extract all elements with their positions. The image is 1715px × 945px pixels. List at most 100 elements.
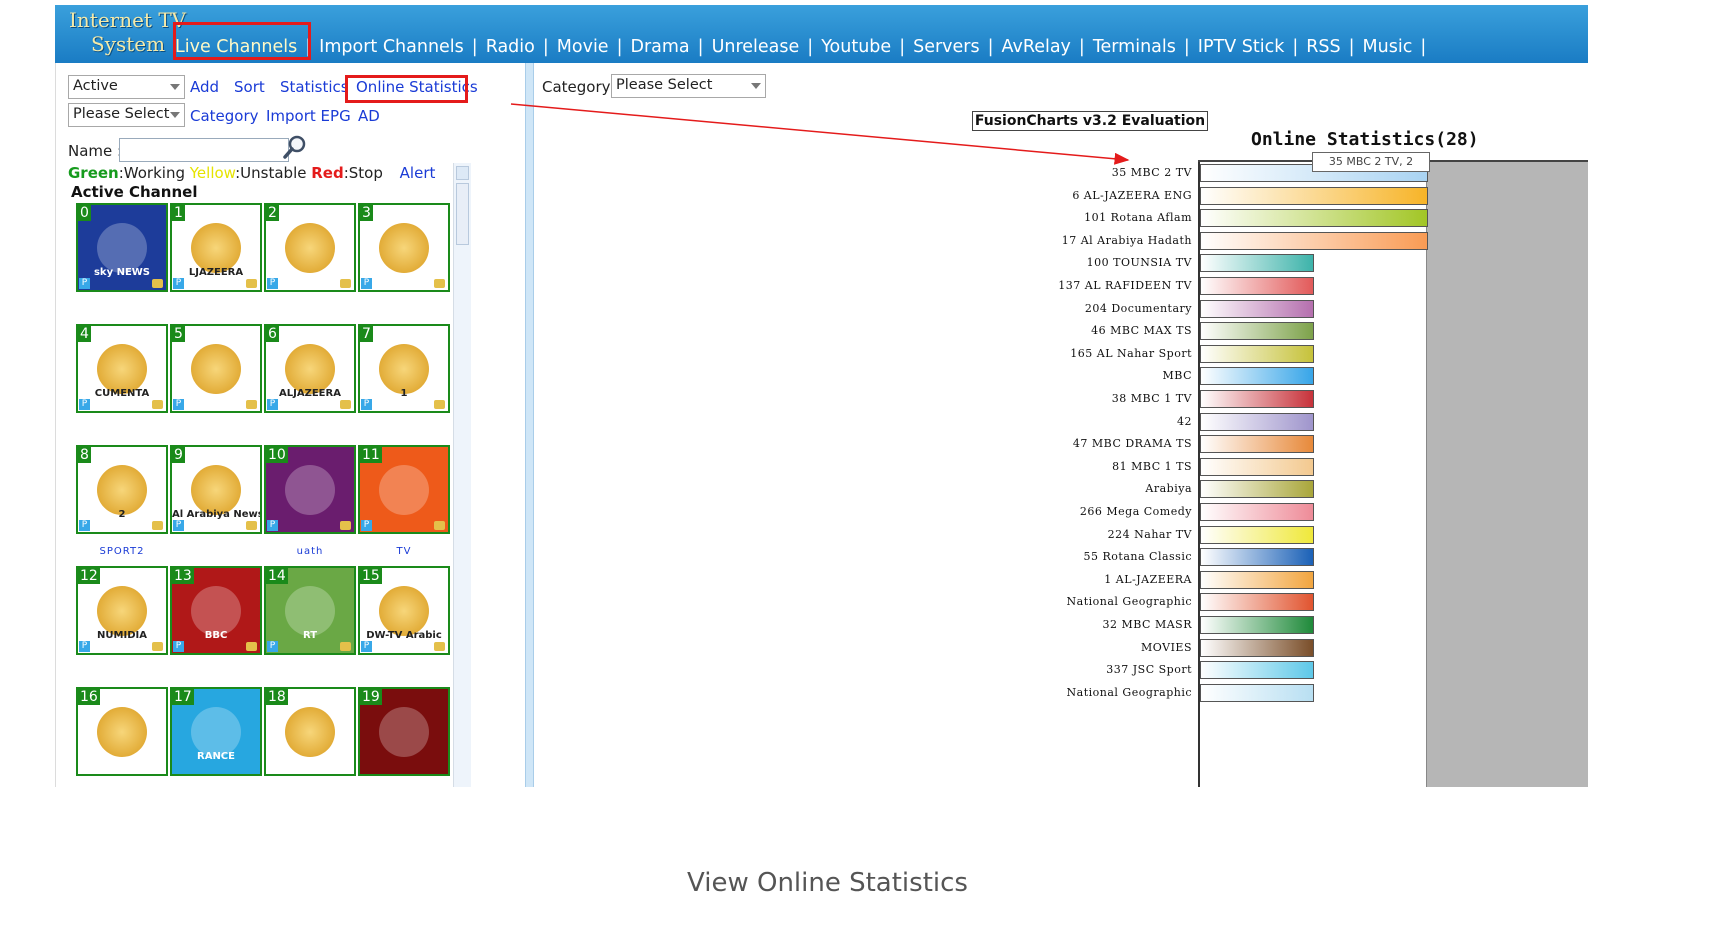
nav-radio[interactable]: Radio [478,37,543,57]
alert-link[interactable]: Alert [400,164,436,182]
chart-bar[interactable] [1200,593,1314,612]
chart-bar[interactable] [1200,480,1314,499]
channel-tile[interactable]: 11 P [358,445,450,534]
search-icon[interactable] [282,133,308,161]
import-epg-link[interactable]: Import EPG [266,107,351,125]
statistics-link[interactable]: Statistics [280,78,349,96]
play-badge-icon[interactable]: P [173,520,184,531]
channel-caption[interactable]: TV [358,546,450,558]
channel-tile[interactable]: 10 P [264,445,356,534]
channel-tile[interactable]: RT 14 P [264,566,356,655]
nav-iptv-stick[interactable]: IPTV Stick [1190,37,1293,57]
channel-tile[interactable]: LJAZEERA 1 P [170,203,262,292]
channel-tile[interactable]: NUMIDIA 12 P [76,566,168,655]
category-label: 137 AL RAFIDEEN TV [1058,279,1192,292]
play-badge-icon[interactable]: P [79,520,90,531]
nav-avrelay[interactable]: AvRelay [994,37,1079,57]
play-badge-icon[interactable]: P [361,278,372,289]
channel-tile[interactable]: DW-TV Arabic 15 P [358,566,450,655]
chart-bar[interactable] [1200,367,1314,386]
channel-tile[interactable]: 3P [358,203,450,292]
channel-tile[interactable]: 18 [264,687,356,776]
chart-bar[interactable] [1200,570,1314,589]
chart-bar[interactable] [1200,503,1314,521]
chart-bar[interactable] [1200,231,1428,250]
play-badge-icon[interactable]: P [267,641,278,652]
play-badge-icon[interactable]: P [361,641,372,652]
channel-scrollbar[interactable] [453,163,471,787]
category-label: 32 MBC MASR [1102,618,1192,631]
category-label: 81 MBC 1 TS [1112,459,1192,473]
channel-tile[interactable]: 2 8 P [76,445,168,534]
channel-tile[interactable]: 2P [264,203,356,292]
play-badge-icon[interactable]: P [267,520,278,531]
chart-bar[interactable] [1200,412,1314,431]
chart-bar[interactable] [1200,661,1314,680]
nav-unrelease[interactable]: Unrelease [704,37,808,57]
nav-movie[interactable]: Movie [549,37,617,57]
category-link[interactable]: Category [190,107,259,125]
nav-youtube[interactable]: Youtube [813,37,899,57]
category-label: MOVIES [1141,640,1192,654]
chart-bar[interactable] [1200,277,1314,295]
nav-rss[interactable]: RSS [1298,37,1348,57]
chart-bar[interactable] [1200,322,1314,341]
scroll-thumb[interactable] [456,183,469,245]
play-badge-icon[interactable]: P [79,278,90,289]
panel-divider[interactable] [525,63,534,787]
chart-bar[interactable] [1200,344,1314,363]
channel-tile[interactable]: 16 [76,687,168,776]
chart-bar[interactable] [1200,616,1314,634]
channel-emblem [285,585,335,636]
play-badge-icon[interactable]: P [79,399,90,410]
chart-bar[interactable] [1200,254,1314,273]
nav-servers[interactable]: Servers [905,37,988,57]
category-label: 6 AL-JAZEERA ENG [1072,188,1192,202]
play-badge-icon[interactable]: P [267,399,278,410]
play-badge-icon[interactable]: P [361,399,372,410]
channel-tile[interactable]: 5P [170,324,262,413]
chart-bar[interactable] [1200,209,1428,228]
channel-tile[interactable]: 1 7 P [358,324,450,413]
left-panel: Active Add Sort Statistics Online Statis… [55,63,526,787]
play-badge-icon[interactable]: P [173,278,184,289]
chart-bar[interactable] [1200,390,1314,408]
channel-tile[interactable]: ALJAZEERA 6 P [264,324,356,413]
sort-link[interactable]: Sort [234,78,265,96]
category-select[interactable]: Please Select [68,103,185,127]
chart-bar[interactable] [1200,435,1314,454]
play-badge-icon[interactable]: P [361,520,372,531]
chart-bar[interactable] [1200,525,1314,544]
play-badge-icon[interactable]: P [267,278,278,289]
channel-tile[interactable]: RANCE 17 [170,687,262,776]
channel-tile[interactable]: 19 [358,687,450,776]
channel-caption[interactable]: uath [264,546,356,558]
channel-tile[interactable]: CUMENTA 4 P [76,324,168,413]
nav-import-channels[interactable]: Import Channels [311,37,472,57]
play-badge-icon[interactable]: P [79,641,90,652]
right-category-select[interactable]: Please Select [611,74,766,98]
name-input[interactable] [119,138,289,162]
chart-bar[interactable] [1200,186,1428,205]
chart-bar[interactable] [1200,548,1314,567]
nav-music[interactable]: Music [1355,37,1421,57]
chart-bar[interactable] [1200,638,1314,657]
play-badge-icon[interactable]: P [173,641,184,652]
scroll-up-icon[interactable] [456,166,469,180]
status-select[interactable]: Active [68,75,185,99]
channel-tile[interactable]: BBC 13 P [170,566,262,655]
nav-drama[interactable]: Drama [622,37,697,57]
aljazeera-sport1-logo: 1 [360,326,448,411]
channel-tile[interactable]: sky NEWS 0 P [76,203,168,292]
play-badge-icon[interactable]: P [173,399,184,410]
chart-bar[interactable] [1200,683,1314,702]
channel-logo-text: CUMENTA [94,388,150,399]
channel-tile[interactable]: Al Arabiya News Channel 9 P [170,445,262,534]
ad-link[interactable]: AD [358,107,380,125]
nav-terminals[interactable]: Terminals [1085,37,1184,57]
chart-bar[interactable] [1200,299,1314,318]
category-label: 35 MBC 2 TV [1111,166,1192,179]
channel-caption[interactable]: SPORT2 [76,546,168,558]
add-link[interactable]: Add [190,78,219,96]
chart-bar[interactable] [1200,457,1314,476]
